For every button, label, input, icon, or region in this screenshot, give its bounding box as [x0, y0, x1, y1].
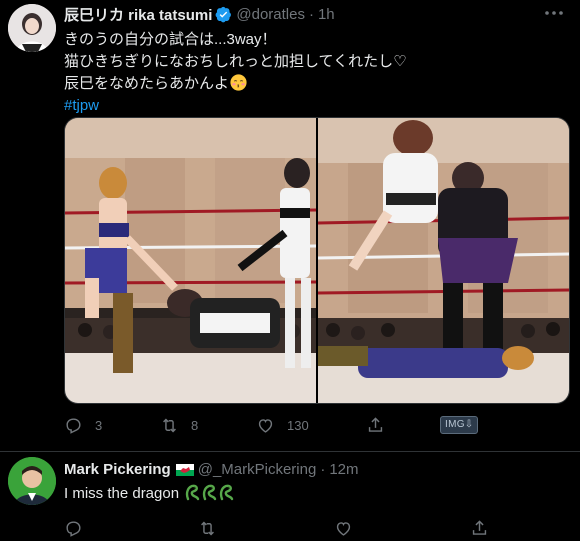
tweet-text-line: 辰巳をなめたらあかんよ	[64, 73, 564, 95]
reply-button[interactable]: 3	[64, 416, 102, 435]
wrestling-photo-left[interactable]	[65, 118, 316, 403]
dragon-emoji-icon	[202, 484, 217, 501]
hashtag-link[interactable]: #tjpw	[64, 95, 564, 117]
photo-grid[interactable]	[64, 117, 570, 404]
tweet-actions: 3 8 130 IMG⇩	[64, 412, 504, 438]
timestamp[interactable]: 12m	[329, 461, 358, 478]
share-button[interactable]	[470, 519, 489, 538]
reply-button[interactable]	[64, 519, 83, 538]
retweet-button[interactable]	[198, 519, 217, 538]
dragon-emoji-icon	[219, 484, 234, 501]
verified-badge-icon	[215, 6, 232, 23]
tweet-text-line-content: I miss the dragon	[64, 485, 180, 502]
author-name[interactable]: Mark Pickering	[64, 461, 171, 478]
kissing-face-emoji-icon	[230, 74, 247, 91]
tweet-text-line: I miss the dragon	[64, 483, 564, 505]
reply-icon	[66, 417, 81, 434]
retweet-icon	[163, 418, 176, 432]
share-icon	[368, 416, 383, 432]
tweet[interactable]: 辰巳リカ rika tatsumi @doratles · 1h きのうの自分の…	[0, 0, 580, 452]
author-handle[interactable]: @doratles	[236, 6, 305, 23]
share-icon	[472, 519, 487, 535]
author-handle[interactable]: @_MarkPickering	[198, 461, 317, 478]
heart-icon	[336, 521, 351, 536]
tweet-text: きのうの自分の試合は...3way！ 猫ひきちぎりになおちしれっと加担してくれた…	[64, 29, 564, 117]
tweet-text-line-content: 辰巳をなめたらあかんよ	[64, 75, 230, 92]
tweet-header: 辰巳リカ rika tatsumi @doratles · 1h	[64, 4, 335, 24]
retweet-count: 8	[191, 417, 199, 433]
timestamp[interactable]: 1h	[318, 6, 335, 23]
wales-flag-icon	[175, 463, 194, 476]
dragon-emoji-icon	[185, 484, 200, 501]
tweet-text-line: 猫ひきちぎりになおちしれっと加担してくれたし♡	[64, 53, 407, 70]
author-avatar[interactable]	[8, 4, 56, 52]
tweet-header: Mark Pickering @_MarkPickering · 12m	[64, 459, 359, 479]
tweet-text: I miss the dragon	[64, 483, 564, 505]
image-download-button[interactable]: IMG⇩	[440, 416, 479, 434]
author-name[interactable]: 辰巳リカ rika tatsumi	[64, 4, 212, 25]
more-options-icon[interactable]	[542, 4, 566, 22]
reply-icon	[66, 520, 81, 537]
tweet-text-line: きのうの自分の試合は...3way！	[64, 31, 277, 48]
reply-count: 3	[95, 417, 103, 433]
wrestling-photo-right[interactable]	[318, 118, 569, 403]
author-avatar[interactable]	[8, 457, 56, 505]
like-button[interactable]: 130	[256, 416, 309, 435]
tweet[interactable]: Mark Pickering @_MarkPickering · 12m I m…	[0, 453, 580, 541]
tweet-actions	[64, 515, 504, 541]
like-button[interactable]	[334, 519, 353, 538]
separator-dot: ·	[320, 460, 326, 478]
separator-dot: ·	[308, 5, 314, 23]
retweet-icon	[201, 521, 214, 535]
share-button[interactable]	[366, 416, 385, 435]
heart-icon	[258, 418, 273, 433]
like-count: 130	[287, 417, 309, 433]
retweet-button[interactable]: 8	[160, 416, 198, 435]
